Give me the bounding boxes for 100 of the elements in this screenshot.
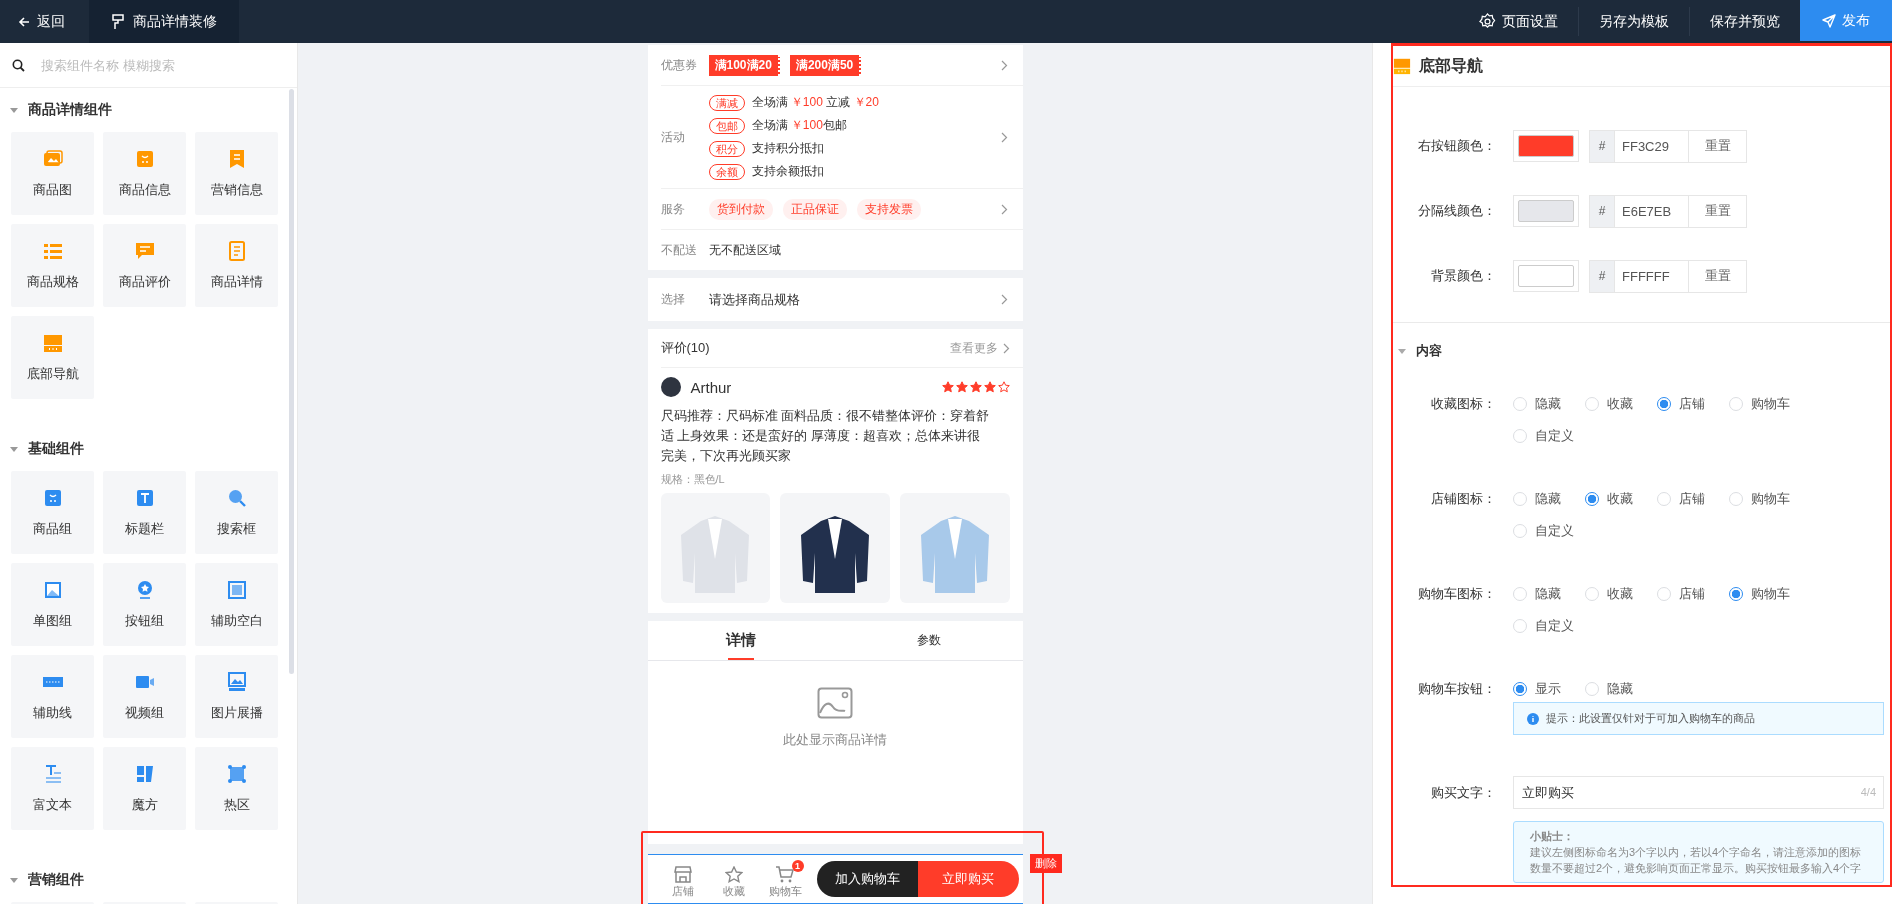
component-tile[interactable]: 富文本 — [11, 747, 94, 830]
reset-button[interactable]: 重置 — [1689, 259, 1747, 293]
field-label: 右按钮颜色： — [1417, 137, 1496, 155]
component-tile[interactable]: 辅助空白 — [195, 563, 278, 646]
radio-option[interactable]: 收藏 — [1585, 488, 1657, 510]
component-tile[interactable]: 商品信息 — [103, 132, 186, 215]
radio-option[interactable]: 隐藏 — [1513, 488, 1585, 510]
component-tile[interactable]: 图片展播 — [195, 655, 278, 738]
count-badge: 1 — [791, 859, 804, 872]
radio-option[interactable]: 隐藏 — [1585, 678, 1657, 700]
field-label: 购买文字： — [1430, 783, 1496, 802]
hex-input[interactable]: E6E7EB — [1614, 194, 1689, 228]
info-icon — [1527, 712, 1539, 725]
radio-option[interactable]: 隐藏 — [1513, 393, 1585, 415]
component-tile[interactable]: 商品评价 — [103, 224, 186, 307]
radio-button[interactable] — [1729, 587, 1743, 601]
detail-placeholder-text: 此处显示商品详情 — [783, 731, 887, 749]
page-title-tab[interactable]: 商品详情装修 — [89, 0, 239, 43]
component-tile[interactable]: 营销信息 — [195, 132, 278, 215]
promotion-text: 支持余额抵扣 — [751, 163, 824, 180]
toolbar-button[interactable]: 保存并预览 — [1690, 0, 1800, 43]
row-label: 优惠券 — [660, 56, 698, 74]
page-settings-button[interactable]: 页面设置 — [1459, 0, 1578, 43]
radio-option[interactable]: 购物车 — [1729, 583, 1801, 605]
reset-button[interactable]: 重置 — [1689, 129, 1747, 163]
radio-option[interactable]: 店铺 — [1657, 488, 1729, 510]
nav-item[interactable]: 收藏 — [708, 859, 760, 899]
reviews-title: 评价(10) — [660, 339, 710, 357]
component-tile[interactable]: 商品组 — [11, 471, 94, 554]
search-icon — [12, 58, 25, 72]
section-header[interactable]: 内容 — [1393, 323, 1890, 379]
toolbar-button[interactable]: 另存为模板 — [1579, 0, 1689, 43]
reset-button[interactable]: 重置 — [1689, 194, 1747, 228]
group-header[interactable]: 营销组件 — [0, 860, 285, 900]
radio-option[interactable]: 购物车 — [1729, 488, 1801, 510]
radio-option[interactable]: 显示 — [1513, 678, 1585, 700]
image-placeholder-icon — [817, 687, 853, 719]
back-button[interactable]: 返回 — [0, 0, 89, 43]
add-to-cart-button[interactable]: 加入购物车 — [816, 861, 918, 897]
tips-title: 小贴士： — [1530, 829, 1575, 844]
radio-option[interactable]: 自定义 — [1513, 615, 1585, 637]
store-icon — [674, 865, 692, 883]
buy-now-button[interactable]: 立即购买 — [917, 861, 1019, 897]
delete-button[interactable]: 删除 — [1029, 854, 1062, 873]
nav-item[interactable]: 店铺 — [657, 859, 709, 899]
hint-text: 提示：此设置仅针对于可加入购物车的商品 — [1546, 711, 1755, 726]
star-icon — [955, 381, 968, 393]
nav-item[interactable]: 1 购物车 — [759, 859, 811, 899]
component-tile[interactable]: 商品图 — [11, 132, 94, 215]
hex-input[interactable]: FF3C29 — [1614, 129, 1689, 163]
chevron-right-icon[interactable] — [1000, 131, 1008, 143]
hash-prefix: # — [1589, 129, 1614, 163]
coupon-tag[interactable]: 满200满50 — [789, 54, 862, 76]
hex-input[interactable]: FFFFFF — [1614, 259, 1689, 293]
coupon-tag[interactable]: 满100满20 — [708, 54, 780, 76]
hash-prefix: # — [1589, 194, 1614, 228]
tips-text: 建议左侧图标命名为3个字以内，若以4个字命名，请注意添加的图标数量不要超过2个，避免影响页面正常显示。购买按钮最多输入4个字 — [1530, 845, 1863, 876]
paint-roller-icon — [111, 13, 125, 30]
chevron-right-icon[interactable] — [1000, 203, 1008, 215]
radio-option[interactable]: 收藏 — [1585, 583, 1657, 605]
radio-button[interactable] — [1657, 397, 1671, 411]
component-tile[interactable]: 标题栏 — [103, 471, 186, 554]
field-label: 店铺图标： — [1430, 490, 1496, 508]
component-tile[interactable]: 视频组 — [103, 655, 186, 738]
component-tile[interactable]: 商品规格 — [11, 224, 94, 307]
panel-title: 底部导航 — [1419, 55, 1483, 76]
radio-button[interactable] — [1585, 492, 1599, 506]
star-icon — [725, 865, 743, 883]
chevron-right-icon — [1002, 342, 1010, 354]
cart-icon — [775, 865, 795, 883]
row-label: 活动 — [660, 128, 686, 146]
group-header[interactable]: 基础组件 — [0, 429, 285, 469]
component-tile[interactable]: 搜索框 — [195, 471, 278, 554]
radio-option[interactable]: 自定义 — [1513, 520, 1585, 542]
radio-option[interactable]: 店铺 — [1657, 393, 1729, 415]
service-tag: 货到付款 — [708, 198, 773, 220]
review-text: 尺码推荐：尺码标准 面料品质：很不错整体评价：穿着舒适 上身效果：还是蛮好的 厚薄度：超喜欢；总体来讲很完美，下次再光顾买家 — [660, 407, 991, 465]
bottom-bar-icon — [1393, 57, 1411, 75]
component-tile[interactable]: 单图组 — [11, 563, 94, 646]
chevron-right-icon — [1000, 294, 1008, 305]
avatar — [660, 377, 681, 397]
radio-option[interactable]: 店铺 — [1657, 583, 1729, 605]
review-spec: 规格：黑色/L — [660, 472, 726, 487]
component-tile[interactable]: 热区 — [195, 747, 278, 830]
detail-tab[interactable]: 参数 — [835, 621, 1023, 660]
radio-option[interactable]: 购物车 — [1729, 393, 1801, 415]
component-tile[interactable]: 辅助线 — [11, 655, 94, 738]
group-header[interactable]: 商品详情组件 — [0, 90, 285, 130]
radio-button[interactable] — [1513, 682, 1527, 696]
promotion-text: 支持积分抵扣 — [751, 140, 824, 157]
component-tile[interactable]: 商品详情 — [195, 224, 278, 307]
row-value: 无不配送区域 — [708, 241, 781, 259]
component-tile[interactable]: 底部导航 — [11, 316, 94, 399]
radio-option[interactable]: 收藏 — [1585, 393, 1657, 415]
component-tile[interactable]: 按钮组 — [103, 563, 186, 646]
radio-option[interactable]: 隐藏 — [1513, 583, 1585, 605]
component-tile[interactable]: 魔方 — [103, 747, 186, 830]
chevron-right-icon[interactable] — [1000, 59, 1008, 71]
radio-option[interactable]: 自定义 — [1513, 425, 1585, 447]
arrow-left-icon — [18, 15, 30, 28]
